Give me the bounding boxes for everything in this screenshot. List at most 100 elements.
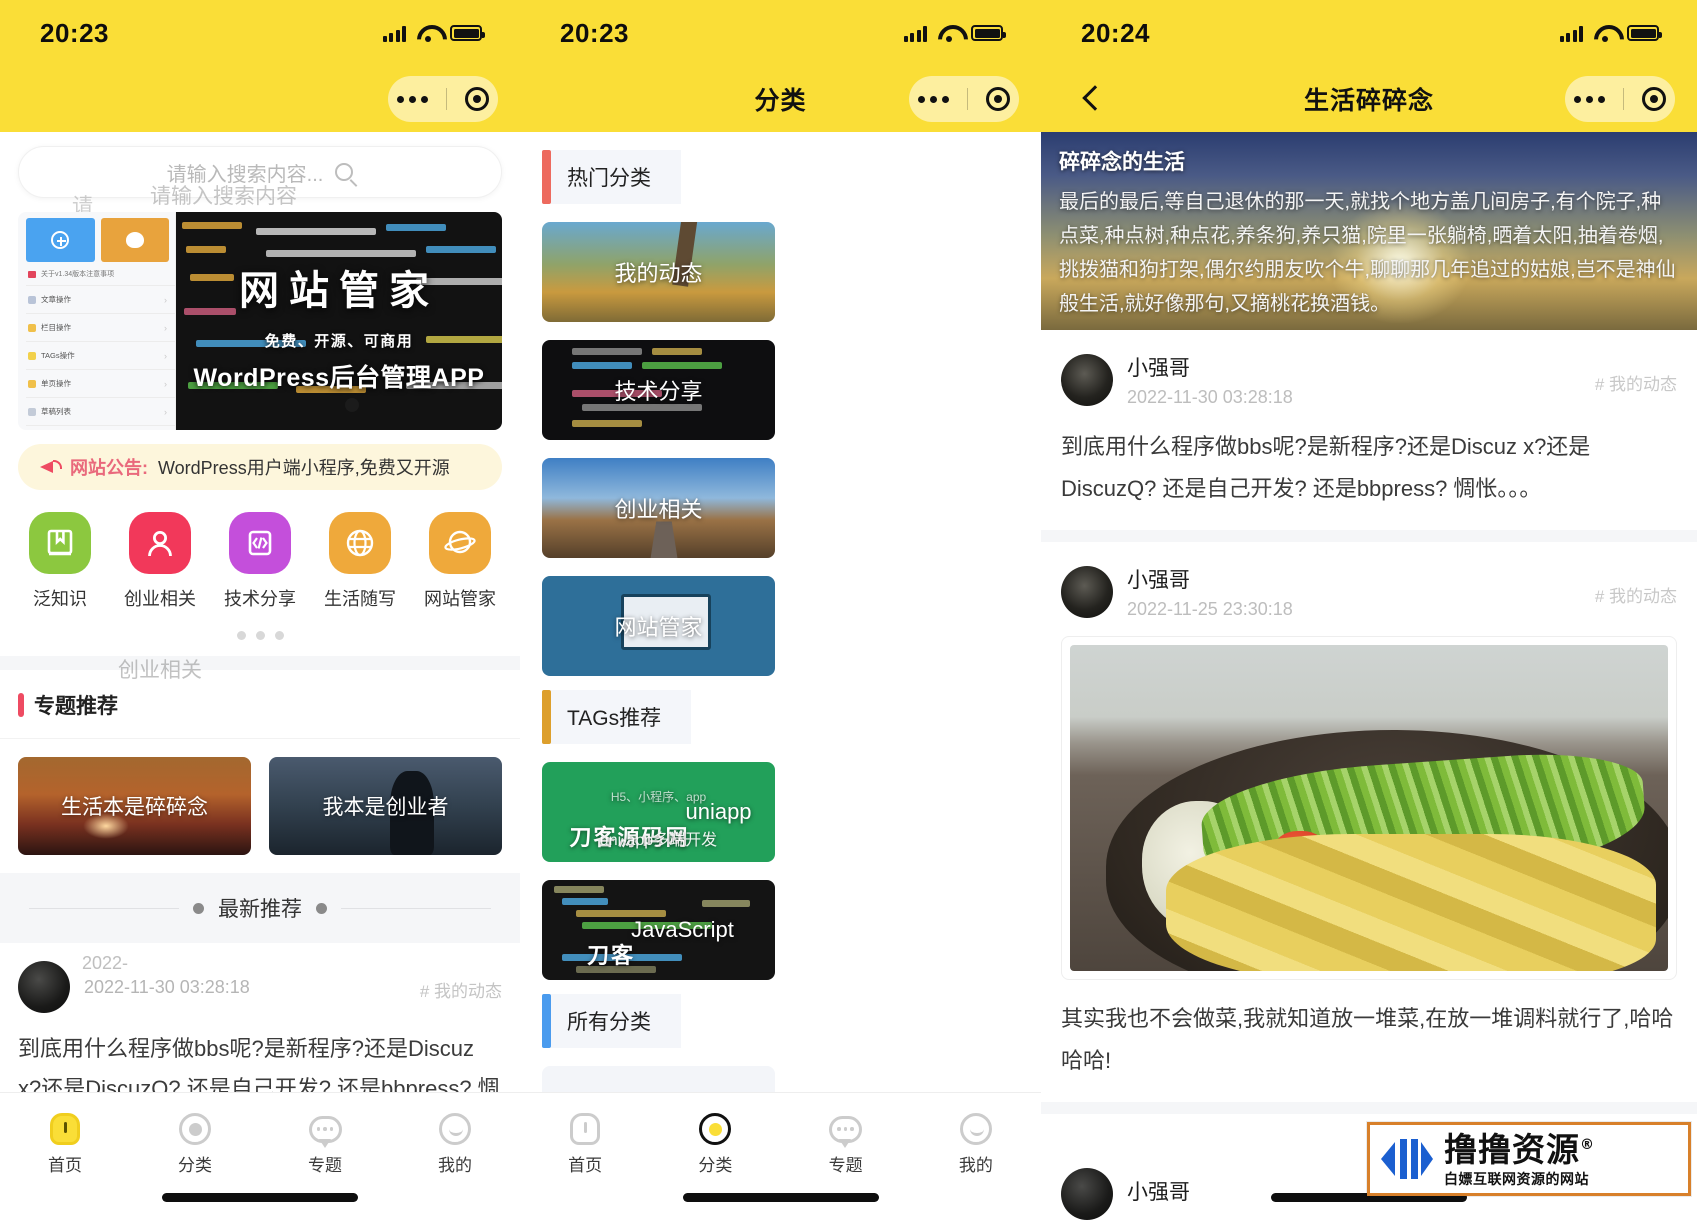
category-shortcut-label: 网站管家	[424, 589, 496, 609]
tag-card-label: uniapp	[685, 799, 752, 824]
avatar[interactable]	[1061, 566, 1113, 618]
category-shortcut-guanjia[interactable]: 网站管家	[416, 512, 504, 611]
hot-card-wodedongtai[interactable]: 我的动态	[542, 222, 775, 322]
close-target-icon[interactable]	[986, 87, 1010, 111]
preview-row: 文章操作 ›	[26, 285, 175, 313]
carousel-dot[interactable]	[274, 631, 284, 640]
post-author: 小强哥	[1127, 569, 1190, 592]
category-shortcut-shenghuo[interactable]: 生活随写	[316, 512, 404, 611]
hot-card-wangzhanguanjia[interactable]: 网站管家	[542, 576, 775, 676]
banner-subtitle: 免费、开源、可商用	[264, 333, 414, 350]
close-target-icon[interactable]	[465, 87, 489, 111]
search-placeholder: 请输入搜索内容...	[166, 163, 324, 186]
feed-post-1[interactable]: 小强哥 2022-11-30 03:28:18 # 我的动态 到底用什么程序做b…	[1041, 330, 1697, 510]
book-icon	[29, 512, 91, 574]
section-hot-categories: 热门分类	[542, 150, 1041, 204]
carousel-dot[interactable]	[255, 631, 265, 640]
topic-icon	[829, 1115, 863, 1148]
signal-icon	[1559, 25, 1583, 42]
tab-topic[interactable]: 专题	[781, 1111, 911, 1176]
post-author: 小强哥	[1127, 1181, 1190, 1204]
screen-home: 20:23 请输入搜索内容... 请输入搜索内容 请 关于v1.34版本注意事项…	[0, 0, 520, 1224]
category-shortcut-jishu[interactable]: 技术分享	[216, 512, 304, 611]
close-target-icon[interactable]	[1642, 87, 1666, 111]
more-dots-icon[interactable]	[397, 95, 428, 103]
hot-card-jishufenxiang[interactable]: 技术分享	[542, 340, 775, 440]
tag-card-label: JavaScript	[631, 917, 734, 942]
hot-card-chuangyexiangguan[interactable]: 创业相关	[542, 458, 775, 558]
hot-card-label: 我的动态	[614, 261, 703, 286]
post-time: 2022-11-25 23:30:18	[1127, 599, 1293, 619]
feed-post-1[interactable]: 2022-11-30 03:28:18 2022- # 我的动态 到底用什么程序…	[0, 943, 520, 1109]
tab-home[interactable]: 首页	[0, 1111, 130, 1176]
feed-post-2[interactable]: 小强哥 2022-11-25 23:30:18 # 我的动态 其实我也不会做菜,…	[1041, 542, 1697, 1082]
tab-profile[interactable]: 我的	[911, 1111, 1041, 1176]
hero-description: 最后的最后,等自己退休的那一天,就找个地方盖几间房子,有个院子,种点菜,种点树,…	[1059, 191, 1676, 315]
wechat-capsule-3[interactable]	[1565, 76, 1675, 122]
section-accent-bar	[18, 693, 24, 717]
wechat-capsule-2[interactable]	[909, 76, 1019, 122]
topic-card-1[interactable]: 生活本是碎碎念	[18, 757, 251, 855]
site-announcement[interactable]: 网站公告: WordPress用户端小程序,免费又开源	[18, 444, 502, 490]
status-time: 20:23	[40, 17, 109, 48]
section-title: 专题推荐	[34, 695, 118, 718]
status-bar-1: 20:23	[0, 0, 520, 66]
battery-icon	[971, 25, 1006, 41]
banner-artwork: 网站管家 免费、开源、可商用 WordPress后台管理APP	[176, 212, 502, 430]
divider-line	[341, 907, 491, 909]
globe-icon	[329, 512, 391, 574]
tab-category[interactable]: 分类	[650, 1111, 780, 1176]
section-accent-bar	[542, 690, 551, 744]
back-icon[interactable]	[1077, 84, 1107, 114]
tab-profile[interactable]: 我的	[390, 1111, 520, 1176]
category-shortcut-fanzhishi[interactable]: 泛知识	[16, 512, 104, 611]
logo-icon	[1378, 1130, 1436, 1188]
category-shortcut-chuangye[interactable]: 创业相关	[116, 512, 204, 611]
topic-hero-banner: 碎碎念的生活 最后的最后,等自己退休的那一天,就找个地方盖几间房子,有个院子,种…	[1041, 132, 1697, 330]
status-indicators	[903, 25, 1006, 42]
post-tag[interactable]: # 我的动态	[420, 977, 502, 1002]
tab-label: 我的	[958, 1156, 993, 1175]
search-icon[interactable]	[335, 163, 354, 181]
status-indicators	[382, 25, 485, 42]
section-divider	[0, 656, 520, 670]
category-icon	[179, 1113, 211, 1145]
tab-topic[interactable]: 专题	[260, 1111, 390, 1176]
wifi-icon	[417, 25, 439, 42]
post-image-food	[1070, 645, 1668, 971]
code-icon	[229, 512, 291, 574]
wechat-capsule-1[interactable]	[388, 76, 498, 122]
home-icon	[50, 1113, 80, 1145]
topic-detail-body: 碎碎念的生活 最后的最后,等自己退休的那一天,就找个地方盖几间房子,有个院子,种…	[1041, 132, 1697, 1224]
tab-home[interactable]: 首页	[520, 1111, 650, 1176]
carousel-dot[interactable]	[236, 631, 246, 640]
topic-card-2[interactable]: 我本是创业者	[269, 757, 502, 855]
post-time: 2022-11-30 03:28:18	[1127, 387, 1293, 407]
avatar[interactable]	[1061, 1168, 1113, 1220]
banner-subtitle-2: WordPress后台管理APP	[193, 364, 485, 392]
avatar[interactable]	[1061, 354, 1113, 406]
avatar	[18, 961, 70, 1013]
hot-card-label: 创业相关	[614, 497, 703, 522]
search-area: 请输入搜索内容...	[0, 132, 520, 198]
post-image-frame[interactable]	[1061, 636, 1677, 980]
post-body: 到底用什么程序做bbs呢?是新程序?还是Discuz x?还是DiscuzQ? …	[1061, 434, 1591, 501]
tag-card-uniapp[interactable]: 刀客源码网 H5、小程序、app uniapp uni-app多端开发	[542, 762, 775, 862]
category-shortcut-label: 生活随写	[324, 589, 396, 609]
person-icon	[129, 512, 191, 574]
status-time: 20:24	[1081, 17, 1150, 48]
tab-category[interactable]: 分类	[130, 1111, 260, 1176]
category-shortcut-label: 泛知识	[33, 589, 87, 609]
signal-icon	[903, 25, 927, 42]
section-tag-recommend: TAGs推荐	[542, 690, 1041, 744]
more-dots-icon[interactable]	[1574, 95, 1605, 103]
divider-dot	[193, 902, 204, 914]
home-banner[interactable]: 关于v1.34版本注意事项 文章操作 › 栏目操作 › TAGs操作 › 单页操作 › …	[18, 212, 502, 430]
hot-category-grid: 我的动态 技术分享 创业相关 网站管家	[520, 204, 1041, 676]
carousel-dots[interactable]	[0, 611, 520, 640]
post-tag[interactable]: # 我的动态	[1595, 370, 1677, 395]
more-dots-icon[interactable]	[918, 95, 949, 103]
tag-card-javascript[interactable]: 刀客 JavaScript	[542, 880, 775, 980]
home-body: 请输入搜索内容... 请输入搜索内容 请 关于v1.34版本注意事项 文章操作 ›…	[0, 132, 520, 1224]
post-tag[interactable]: # 我的动态	[1595, 582, 1677, 607]
